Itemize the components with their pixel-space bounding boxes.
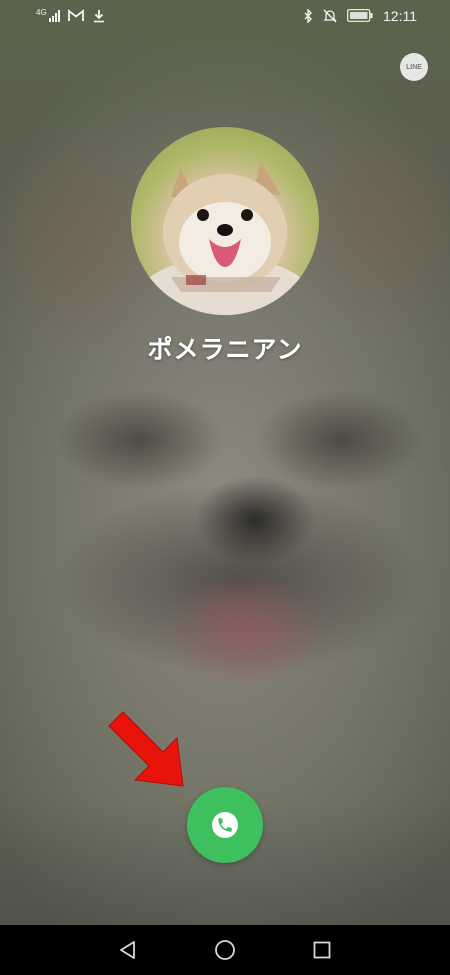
signal-icon (48, 10, 60, 22)
line-logo-icon: LINE (400, 53, 428, 81)
back-icon[interactable] (108, 930, 148, 970)
recents-icon[interactable] (302, 930, 342, 970)
status-bar-left: 4G (36, 7, 108, 23)
pomeranian-photo (135, 162, 315, 315)
home-icon[interactable] (205, 930, 245, 970)
status-bar-right: 12:11 (303, 8, 417, 24)
status-bar: 4G 12:11 (0, 0, 450, 34)
gmail-icon (67, 9, 84, 23)
phone-icon (212, 812, 238, 838)
answer-call-button[interactable] (187, 787, 263, 863)
incoming-call-screen: 4G 12:11 LINE ポメラニアン (0, 0, 450, 925)
network-type: 4G (36, 7, 47, 17)
bluetooth-icon (303, 8, 313, 24)
navigation-bar (0, 925, 450, 975)
contact-avatar (131, 127, 319, 315)
red-pointer-arrow (108, 711, 184, 787)
status-time: 12:11 (383, 8, 417, 24)
mute-icon (323, 9, 337, 23)
caller-name: ポメラニアン (147, 335, 303, 364)
download-icon (92, 9, 108, 23)
battery-icon (347, 9, 373, 23)
